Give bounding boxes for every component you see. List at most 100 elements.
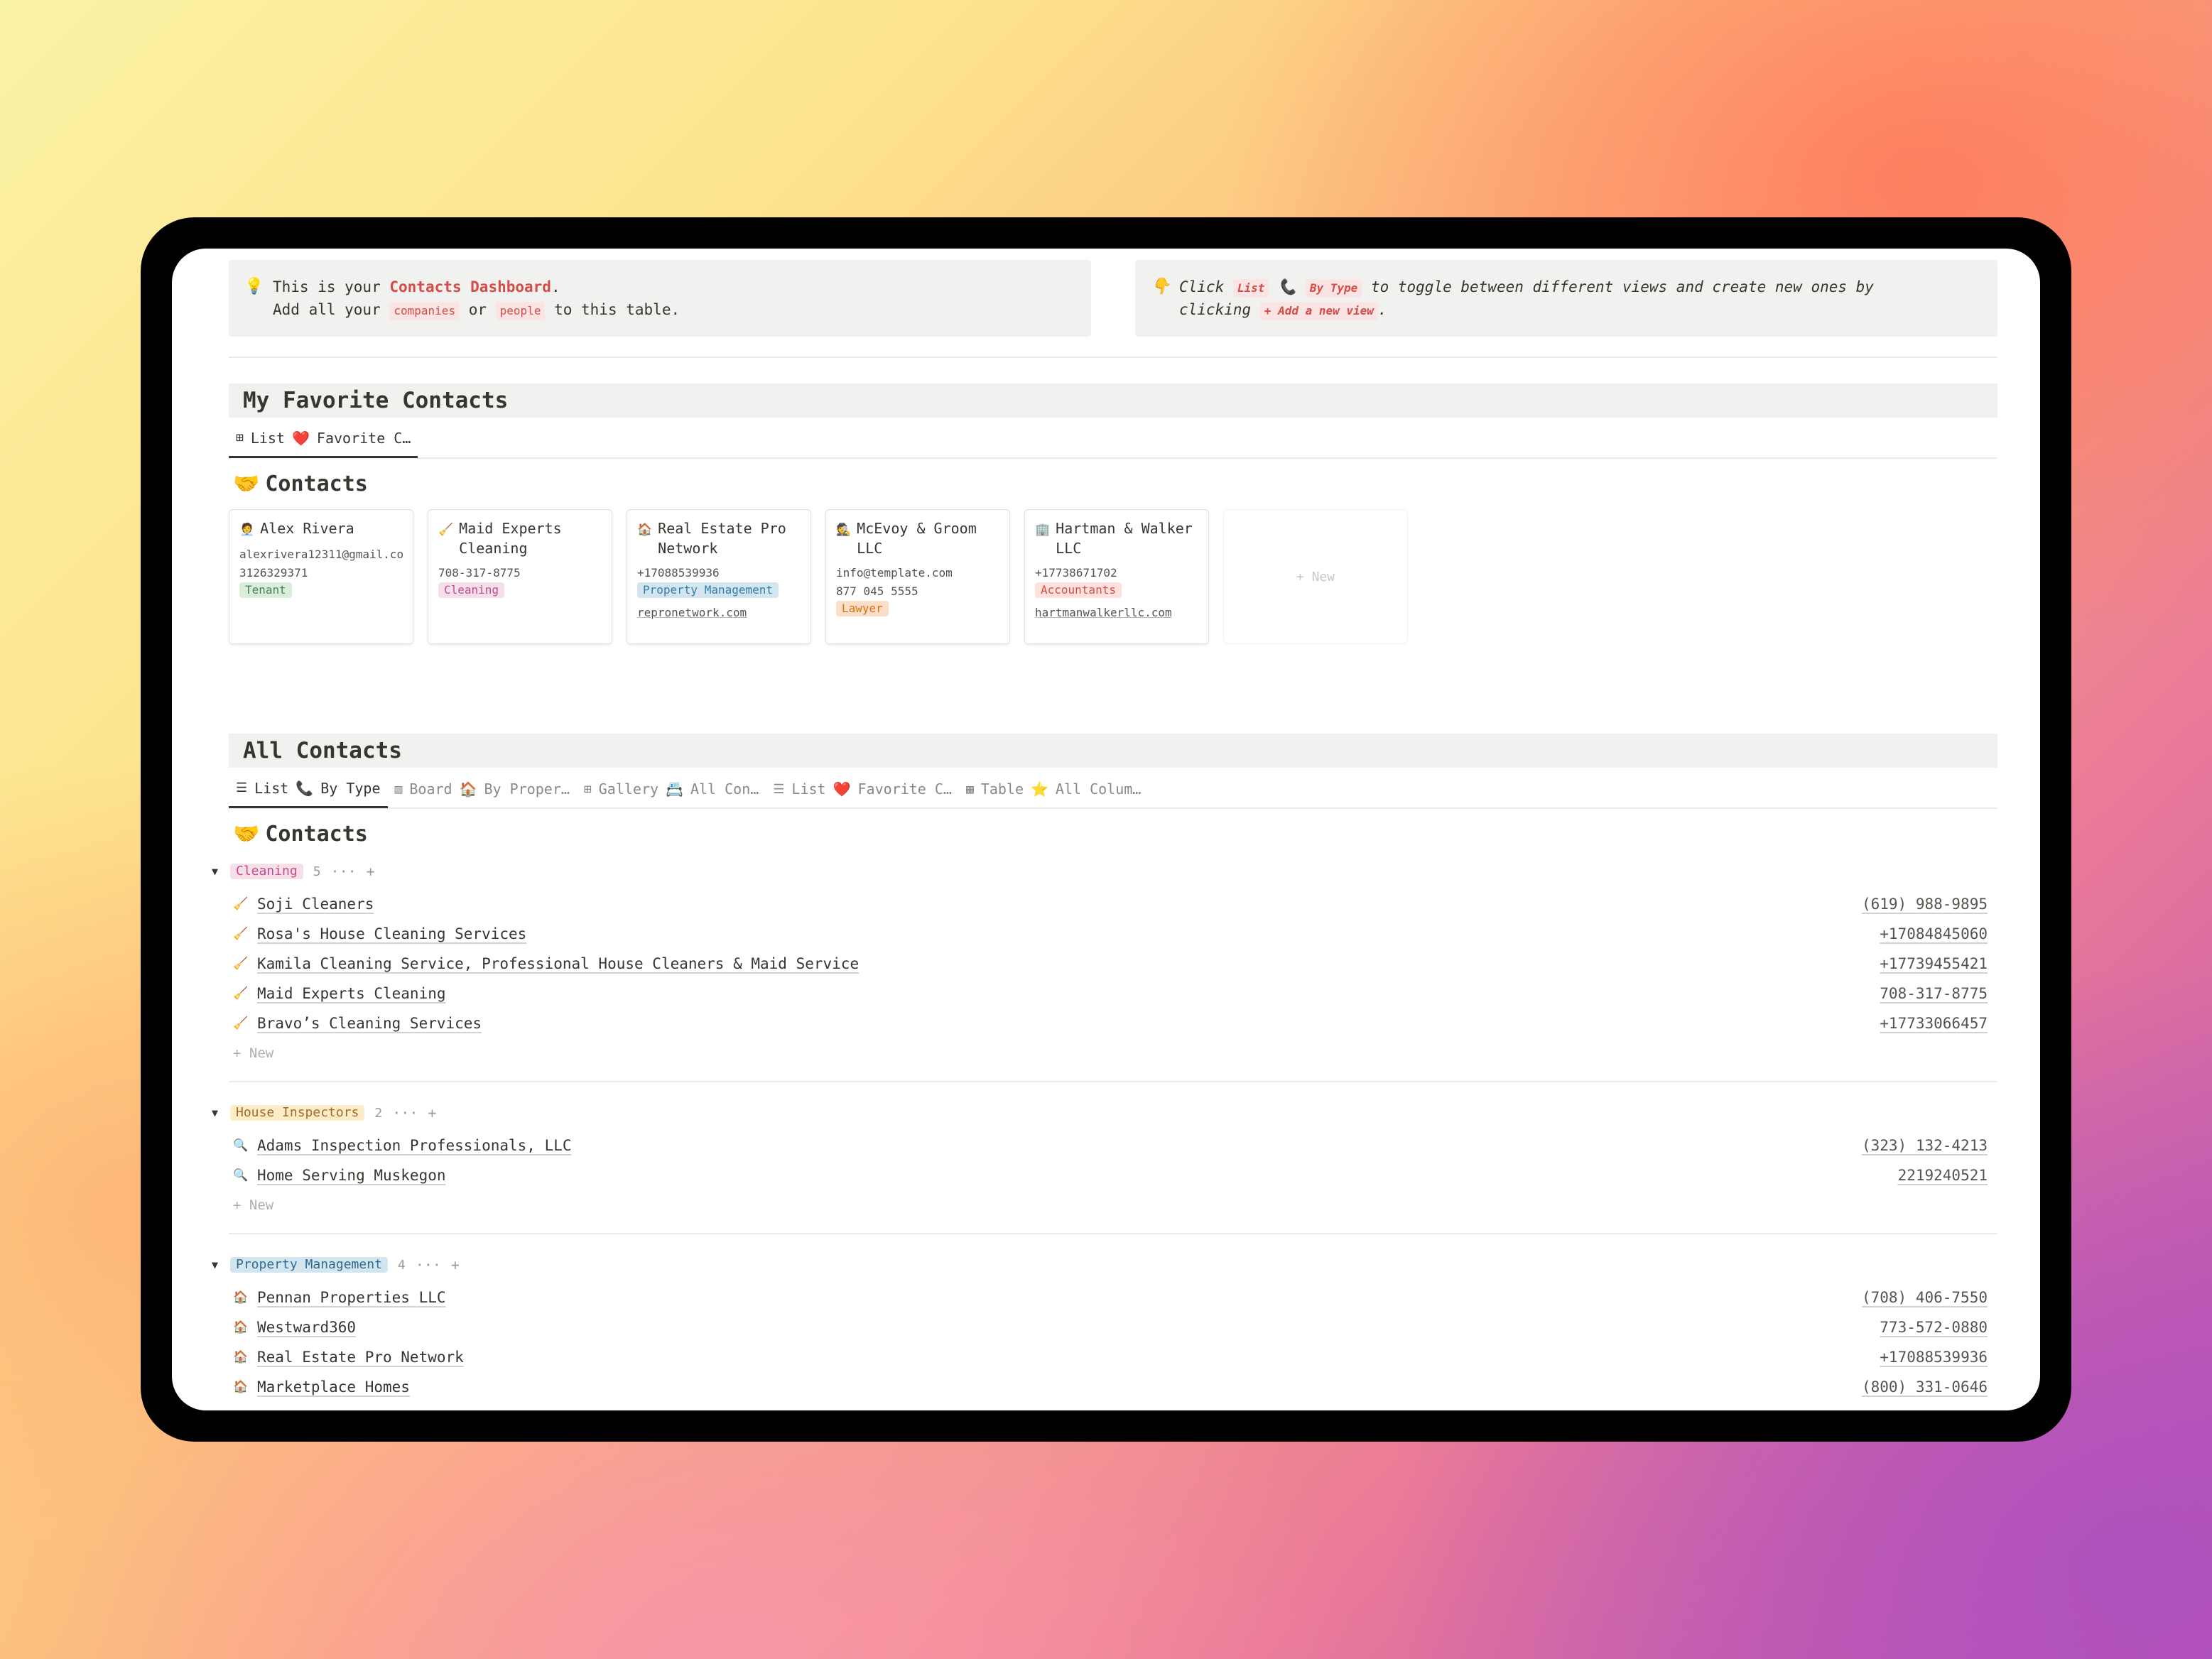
contact-card[interactable]: 🏢 Hartman & Walker LLC +17738671702 Account… bbox=[1024, 509, 1209, 644]
contact-phone: 708-317-8775 bbox=[1880, 985, 1988, 1002]
card-name-text: Hartman & Walker LLC bbox=[1056, 520, 1193, 557]
contact-card[interactable]: 🕵️ McEvoy & Groom LLC info@template.com 877… bbox=[825, 509, 1010, 644]
contact-name-text: Real Estate Pro Network bbox=[257, 1349, 464, 1366]
collapse-toggle-icon[interactable]: ▼ bbox=[212, 1258, 220, 1271]
favorites-db-title[interactable]: 🤝 Contacts bbox=[229, 459, 1997, 504]
callout-line2-prefix: clicking bbox=[1179, 301, 1260, 318]
type-tag: Accountants bbox=[1035, 582, 1122, 598]
contact-name: 🏠 Pennan Properties LLC bbox=[233, 1289, 446, 1306]
list-item[interactable]: 🏠 Westward360 773-572-0880 bbox=[229, 1312, 1997, 1342]
all-contacts-section-title: All Contacts bbox=[229, 734, 1997, 768]
tab-label: Table bbox=[980, 780, 1024, 798]
tab-emoji-icon: 📞 bbox=[296, 779, 314, 797]
card-website: hartmanwalkerllc.com bbox=[1035, 606, 1172, 619]
add-icon[interactable]: + bbox=[428, 1104, 436, 1121]
app-screen: 💡 This is your Contacts Dashboard. Add a… bbox=[172, 249, 2040, 1410]
card-field: +17088539936 bbox=[637, 566, 720, 580]
contact-card[interactable]: 🧹 Maid Experts Cleaning 708-317-8775 Cleani… bbox=[428, 509, 612, 644]
favorites-view-tabs: ⊞ List ❤️ Favorite C… bbox=[229, 420, 1997, 459]
contact-type-icon: 🧹 bbox=[233, 897, 249, 911]
tab-label: Board bbox=[409, 780, 452, 798]
tab-board[interactable]: ▥ Board 🏠 By Proper… bbox=[388, 770, 577, 808]
tab-name: Favorite C… bbox=[857, 780, 952, 798]
contact-type-icon: 🏠 bbox=[233, 1350, 249, 1364]
callout-line2-suffix: to this table. bbox=[545, 301, 681, 318]
callout-text[interactable]: This is your Contacts Dashboard. Add all… bbox=[273, 276, 680, 321]
contact-type-icon: 🔍 bbox=[233, 1168, 249, 1182]
more-options-icon[interactable]: ··· bbox=[331, 863, 357, 880]
card-name: 🧹 Maid Experts Cleaning bbox=[438, 518, 602, 558]
tab-emoji-icon: ⭐ bbox=[1031, 780, 1048, 798]
list-item[interactable]: 🧹 Soji Cleaners (619) 988-9895 bbox=[229, 889, 1997, 919]
pointing-down-icon: 👇 bbox=[1151, 278, 1171, 295]
add-new-row-button[interactable]: + New bbox=[229, 1190, 1997, 1220]
view-icon: ▥ bbox=[394, 781, 403, 797]
card-website: repronetwork.com bbox=[637, 606, 747, 619]
tab-emoji-icon: ❤️ bbox=[833, 780, 851, 798]
collapse-toggle-icon[interactable]: ▼ bbox=[212, 865, 220, 878]
contact-group: ▼ House Inspectors 2 ··· + 🔍 Adams Inspection … bbox=[212, 1095, 1997, 1234]
list-item[interactable]: 🧹 Bravo’s Cleaning Services +17733066457 bbox=[229, 1008, 1997, 1038]
contact-name: 🔍 Adams Inspection Professionals, LLC bbox=[233, 1137, 572, 1154]
add-icon[interactable]: + bbox=[451, 1256, 460, 1273]
contact-name-text: Bravo’s Cleaning Services bbox=[257, 1015, 482, 1032]
list-item[interactable]: 🔍 Home Serving Muskegon 2219240521 bbox=[229, 1160, 1997, 1190]
tab-list[interactable]: ☰ List ❤️ Favorite C… bbox=[766, 770, 959, 808]
list-item[interactable]: 🧹 Maid Experts Cleaning 708-317-8775 bbox=[229, 979, 1997, 1008]
group-count: 5 bbox=[313, 864, 321, 879]
contact-name: 🧹 Soji Cleaners bbox=[233, 896, 374, 913]
contact-group: ▼ Property Management 4 ··· + 🏠 Pennan Propert… bbox=[212, 1247, 1997, 1410]
group-header: ▼ House Inspectors 2 ··· + bbox=[212, 1095, 1997, 1131]
tab-gallery[interactable]: ⊞ Gallery 📇 All Con… bbox=[577, 770, 766, 808]
all-contacts-view-tabs: ☰ List 📞 By Type ▥ Board 🏠 By Proper… ⊞ Gallery 📇 A… bbox=[229, 771, 1997, 809]
list-item[interactable]: 🔍 Adams Inspection Professionals, LLC (323… bbox=[229, 1131, 1997, 1160]
more-options-icon[interactable]: ··· bbox=[416, 1256, 441, 1273]
contact-name: 🏠 Westward360 bbox=[233, 1319, 356, 1336]
list-item[interactable]: 🧹 Rosa's House Cleaning Services +17084845… bbox=[229, 919, 1997, 949]
group-count: 2 bbox=[374, 1105, 383, 1121]
view-icon: ⊞ bbox=[583, 781, 592, 797]
all-contacts-db-title[interactable]: 🤝 Contacts bbox=[229, 809, 1997, 854]
add-new-row-button[interactable]: + New bbox=[229, 1038, 1997, 1068]
list-item[interactable]: 🏠 Marketplace Homes (800) 331-0646 bbox=[229, 1372, 1997, 1402]
favorites-section-title: My Favorite Contacts bbox=[229, 384, 1997, 418]
contact-phone: (800) 331-0646 bbox=[1861, 1378, 1988, 1396]
list-item[interactable]: 🏠 Pennan Properties LLC (708) 406-7550 bbox=[229, 1283, 1997, 1312]
tab-name: Favorite C… bbox=[316, 429, 411, 447]
callout-text[interactable]: Click List 📞 By Type to toggle between d… bbox=[1179, 276, 1874, 321]
contact-card[interactable]: 🧑‍💼 Alex Rivera alexrivera12311@gmail.com 3… bbox=[229, 509, 413, 644]
add-icon[interactable]: + bbox=[367, 863, 375, 880]
tab-label: Gallery bbox=[598, 780, 659, 798]
tab-favorite-list[interactable]: ⊞ List ❤️ Favorite C… bbox=[229, 420, 418, 458]
tab-list[interactable]: ☰ List 📞 By Type bbox=[229, 770, 388, 808]
people-chip: people bbox=[495, 302, 546, 320]
contact-name: 🧹 Rosa's House Cleaning Services bbox=[233, 925, 526, 942]
callout-prefix: Click bbox=[1179, 278, 1233, 295]
card-name-text: McEvoy & Groom LLC bbox=[857, 520, 977, 557]
favorites-gallery: 🧑‍💼 Alex Rivera alexrivera12311@gmail.com 3… bbox=[229, 509, 1997, 644]
contact-name-text: Rosa's House Cleaning Services bbox=[257, 925, 527, 942]
companies-chip: companies bbox=[389, 302, 460, 320]
contact-type-icon: 🏠 bbox=[233, 1320, 249, 1334]
contact-type-icon: 🔍 bbox=[233, 1138, 249, 1153]
tab-table[interactable]: ▦ Table ⭐ All Colum… bbox=[959, 770, 1148, 808]
divider bbox=[229, 357, 1997, 358]
contact-card[interactable]: 🏠 Real Estate Pro Network +17088539936 Prop… bbox=[627, 509, 811, 644]
more-options-icon[interactable]: ··· bbox=[392, 1104, 418, 1121]
card-name-text: Maid Experts Cleaning bbox=[459, 520, 562, 557]
contact-name: 🧹 Maid Experts Cleaning bbox=[233, 985, 446, 1002]
list-item[interactable]: 🧹 Kamila Cleaning Service, Professional H… bbox=[229, 949, 1997, 979]
contact-phone: 773-572-0880 bbox=[1880, 1319, 1988, 1336]
add-new-row-button[interactable]: + New bbox=[229, 1402, 1997, 1410]
callout-mid: to toggle between different views and cr… bbox=[1362, 278, 1874, 295]
page-content: 💡 This is your Contacts Dashboard. Add a… bbox=[212, 260, 1997, 1410]
new-card-button[interactable]: + New bbox=[1223, 509, 1408, 644]
tab-name: All Con… bbox=[690, 780, 759, 798]
contact-type-icon: 🧹 bbox=[233, 957, 249, 971]
view-icon: ☰ bbox=[236, 780, 248, 795]
collapse-toggle-icon[interactable]: ▼ bbox=[212, 1106, 220, 1119]
view-icon: ☰ bbox=[773, 781, 785, 797]
list-item[interactable]: 🏠 Real Estate Pro Network +17088539936 bbox=[229, 1342, 1997, 1372]
handshake-icon: 🤝 bbox=[233, 822, 260, 847]
contact-icon: 🏠 bbox=[637, 523, 653, 537]
